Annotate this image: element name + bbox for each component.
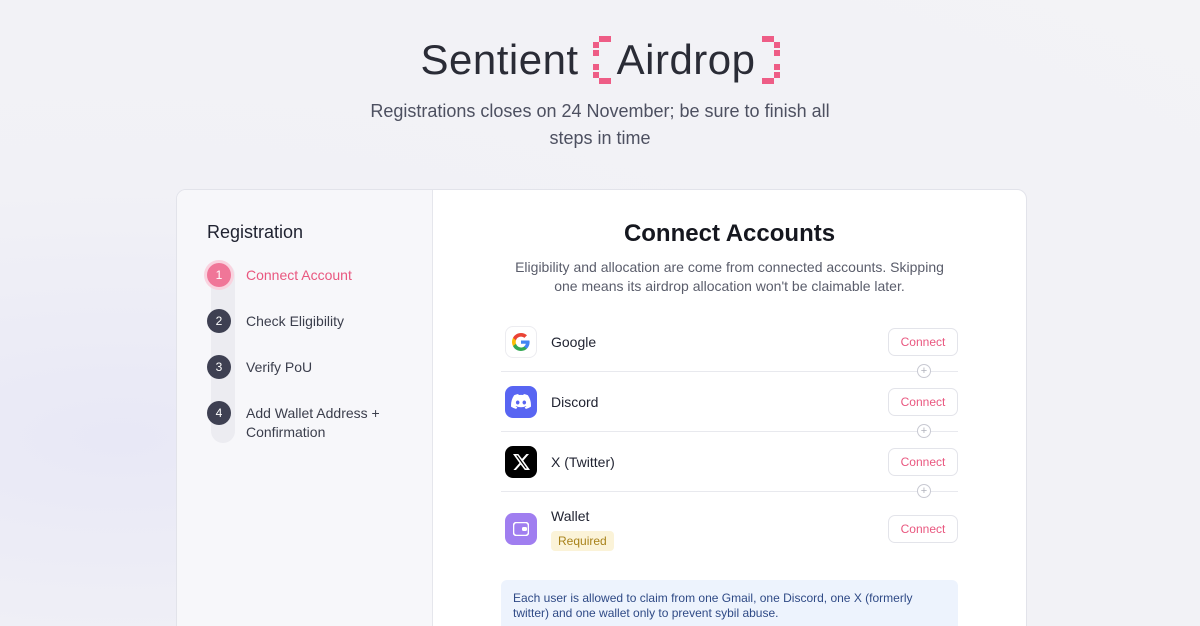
bracket-logo-mark: Airdrop <box>592 36 780 84</box>
wallet-icon <box>505 513 537 545</box>
account-name: Wallet <box>551 507 590 524</box>
registration-deadline-text: Registrations closes on 24 November; be … <box>370 101 830 148</box>
plus-icon: + <box>917 424 931 438</box>
panel-title: Connect Accounts <box>623 220 836 247</box>
step-add-wallet[interactable]: 4 Add Wallet Address + Confirmation <box>207 401 432 442</box>
step-label: Check Eligibility <box>246 313 345 329</box>
plus-icon: + <box>917 364 931 378</box>
connect-google-button[interactable]: Connect <box>888 327 958 356</box>
step-label: Connect Account <box>246 267 352 283</box>
page-header: Sentient Airdrop Registrations closes on… <box>0 30 1200 152</box>
right-bracket-icon <box>761 36 780 84</box>
step-number: 2 <box>207 309 231 333</box>
connect-accounts-panel: Connect Accounts Eligibility and allocat… <box>433 190 1026 626</box>
product-name: Airdrop <box>616 36 756 83</box>
step-connect-account[interactable]: 1 Connect Account <box>207 263 432 287</box>
step-list: 1 Connect Account 2 Check Eligibility 3 … <box>207 263 432 443</box>
sidebar-title: Registration <box>207 222 304 242</box>
discord-icon <box>505 385 537 418</box>
panel-description: Eligibility and allocation are come from… <box>515 259 944 294</box>
connect-x-button[interactable]: Connect <box>888 447 958 476</box>
step-check-eligibility[interactable]: 2 Check Eligibility <box>207 309 432 333</box>
registration-card: Registration 1 Connect Account 2 Check E… <box>176 189 1027 626</box>
required-badge: Required <box>551 530 614 551</box>
plus-icon: + <box>917 484 931 498</box>
account-row-x: X (Twitter) Connect + <box>501 432 958 498</box>
registration-sidebar: Registration 1 Connect Account 2 Check E… <box>177 190 433 626</box>
step-number: 1 <box>207 263 231 287</box>
x-icon <box>505 445 537 478</box>
account-name: X (Twitter) <box>551 453 615 470</box>
left-bracket-icon <box>592 36 611 84</box>
account-name: Discord <box>551 393 599 410</box>
step-label: Verify PoU <box>246 359 313 375</box>
step-label: Add Wallet Address + Confirmation <box>246 405 380 440</box>
google-icon <box>505 325 537 358</box>
brand-name: Sentient <box>420 36 579 83</box>
connect-discord-button[interactable]: Connect <box>888 387 958 416</box>
account-list: Google Connect + Discord Connect + X (Tw… <box>501 312 958 566</box>
account-row-discord: Discord Connect + <box>501 372 958 438</box>
account-row-google: Google Connect + <box>501 312 958 378</box>
step-verify-pou[interactable]: 3 Verify PoU <box>207 355 432 379</box>
account-name: Google <box>551 333 597 350</box>
logo: Sentient Airdrop <box>0 30 1200 90</box>
step-number: 3 <box>207 355 231 379</box>
connect-wallet-button[interactable]: Connect <box>888 515 958 543</box>
step-number: 4 <box>207 401 231 425</box>
sybil-notice: Each user is allowed to claim from one G… <box>501 580 958 626</box>
account-row-wallet: Wallet Required Connect <box>501 492 958 566</box>
